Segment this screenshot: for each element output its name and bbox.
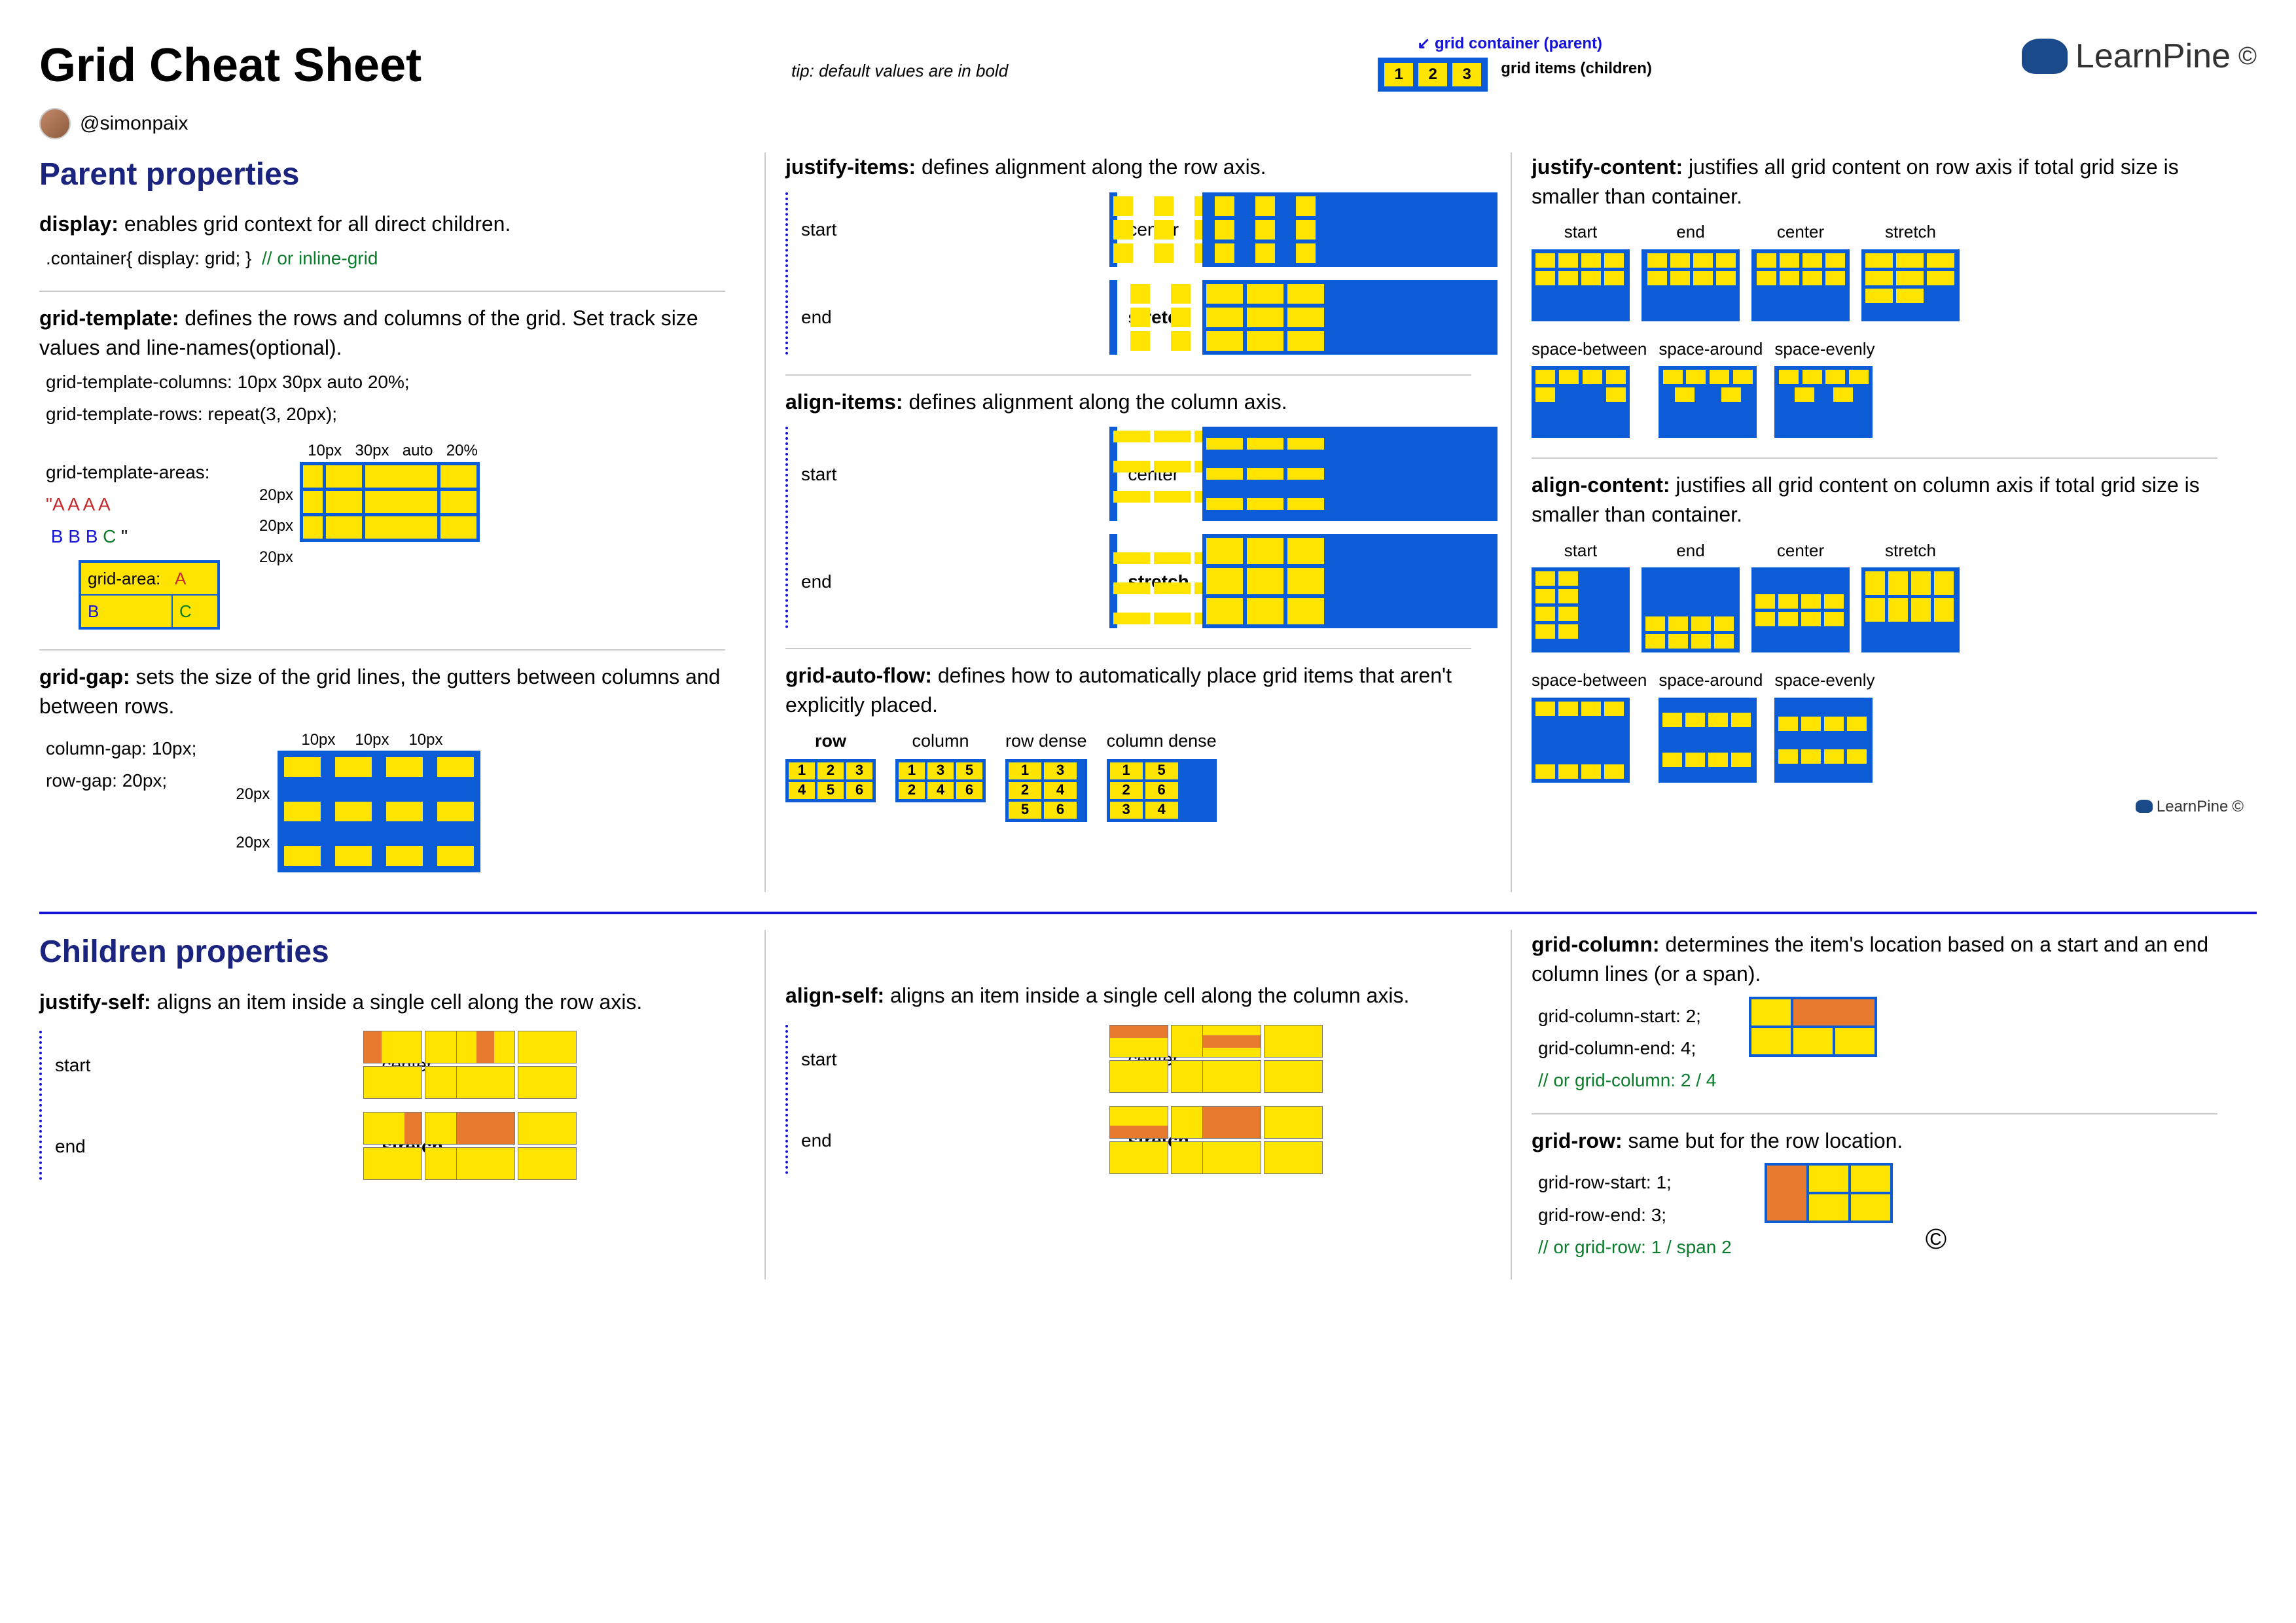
grid-area-demo: grid-area: A B C [79,560,220,630]
author-handle: @simonpaix [80,110,188,137]
align-self-section: align-self: aligns an item inside a sing… [785,981,1498,1174]
gap-grid-diagram [278,751,480,872]
display-section: display: enables grid context for all di… [39,209,751,271]
header: Grid Cheat Sheet @simonpaix tip: default… [39,33,2257,139]
children-col-1: Children properties justify-self: aligns… [39,930,766,1279]
grid-auto-flow-section: grid-auto-flow: defines how to automatic… [785,661,1498,821]
avatar [39,108,71,139]
legend-container-label: ↙ grid container (parent) [1417,33,1602,55]
align-content-section: align-content: justifies all grid conten… [1532,471,2244,782]
justify-content-section: justify-content: justifies all grid cont… [1532,152,2244,438]
children-heading: Children properties [39,930,751,974]
align-items-section: align-items: defines alignment along the… [785,387,1498,629]
grid-gap-section: grid-gap: sets the size of the grid line… [39,662,751,872]
author-block: @simonpaix [39,108,422,139]
justify-self-section: justify-self: aligns an item inside a si… [39,988,751,1181]
children-col-2: align-self: aligns an item inside a sing… [785,930,1512,1279]
brand-logo: LearnPine © [2022,33,2257,80]
small-brand-logo: LearnPine © [1532,796,2244,818]
page-title: Grid Cheat Sheet [39,33,422,99]
legend: ↙ grid container (parent) 1 2 3 grid ite… [1378,33,1652,92]
grid-row-diagram [1765,1163,1893,1223]
copyright-mark: © [1926,1219,1946,1260]
parent-col-3: justify-content: justifies all grid cont… [1532,152,2257,893]
legend-grid: 1 2 3 [1378,58,1488,92]
template-grid-diagram [300,462,480,542]
tip-text: tip: default values are in bold [791,59,1008,82]
grid-row-section: grid-row: same but for the row location.… [1532,1126,2244,1260]
children-col-3: grid-column: determines the item's locat… [1532,930,2257,1279]
grid-column-section: grid-column: determines the item's locat… [1532,930,2244,1093]
legend-items-label: grid items (children) [1501,58,1652,80]
parent-col-1: Parent properties display: enables grid … [39,152,766,893]
grid-column-diagram [1749,997,1877,1057]
justify-items-section: justify-items: defines alignment along t… [785,152,1498,355]
pine-icon [2136,800,2153,813]
section-divider [39,912,2257,914]
pine-icon [2022,39,2068,74]
parent-col-2: justify-items: defines alignment along t… [785,152,1512,893]
parent-heading: Parent properties [39,152,751,196]
grid-template-section: grid-template: defines the rows and colu… [39,304,751,630]
